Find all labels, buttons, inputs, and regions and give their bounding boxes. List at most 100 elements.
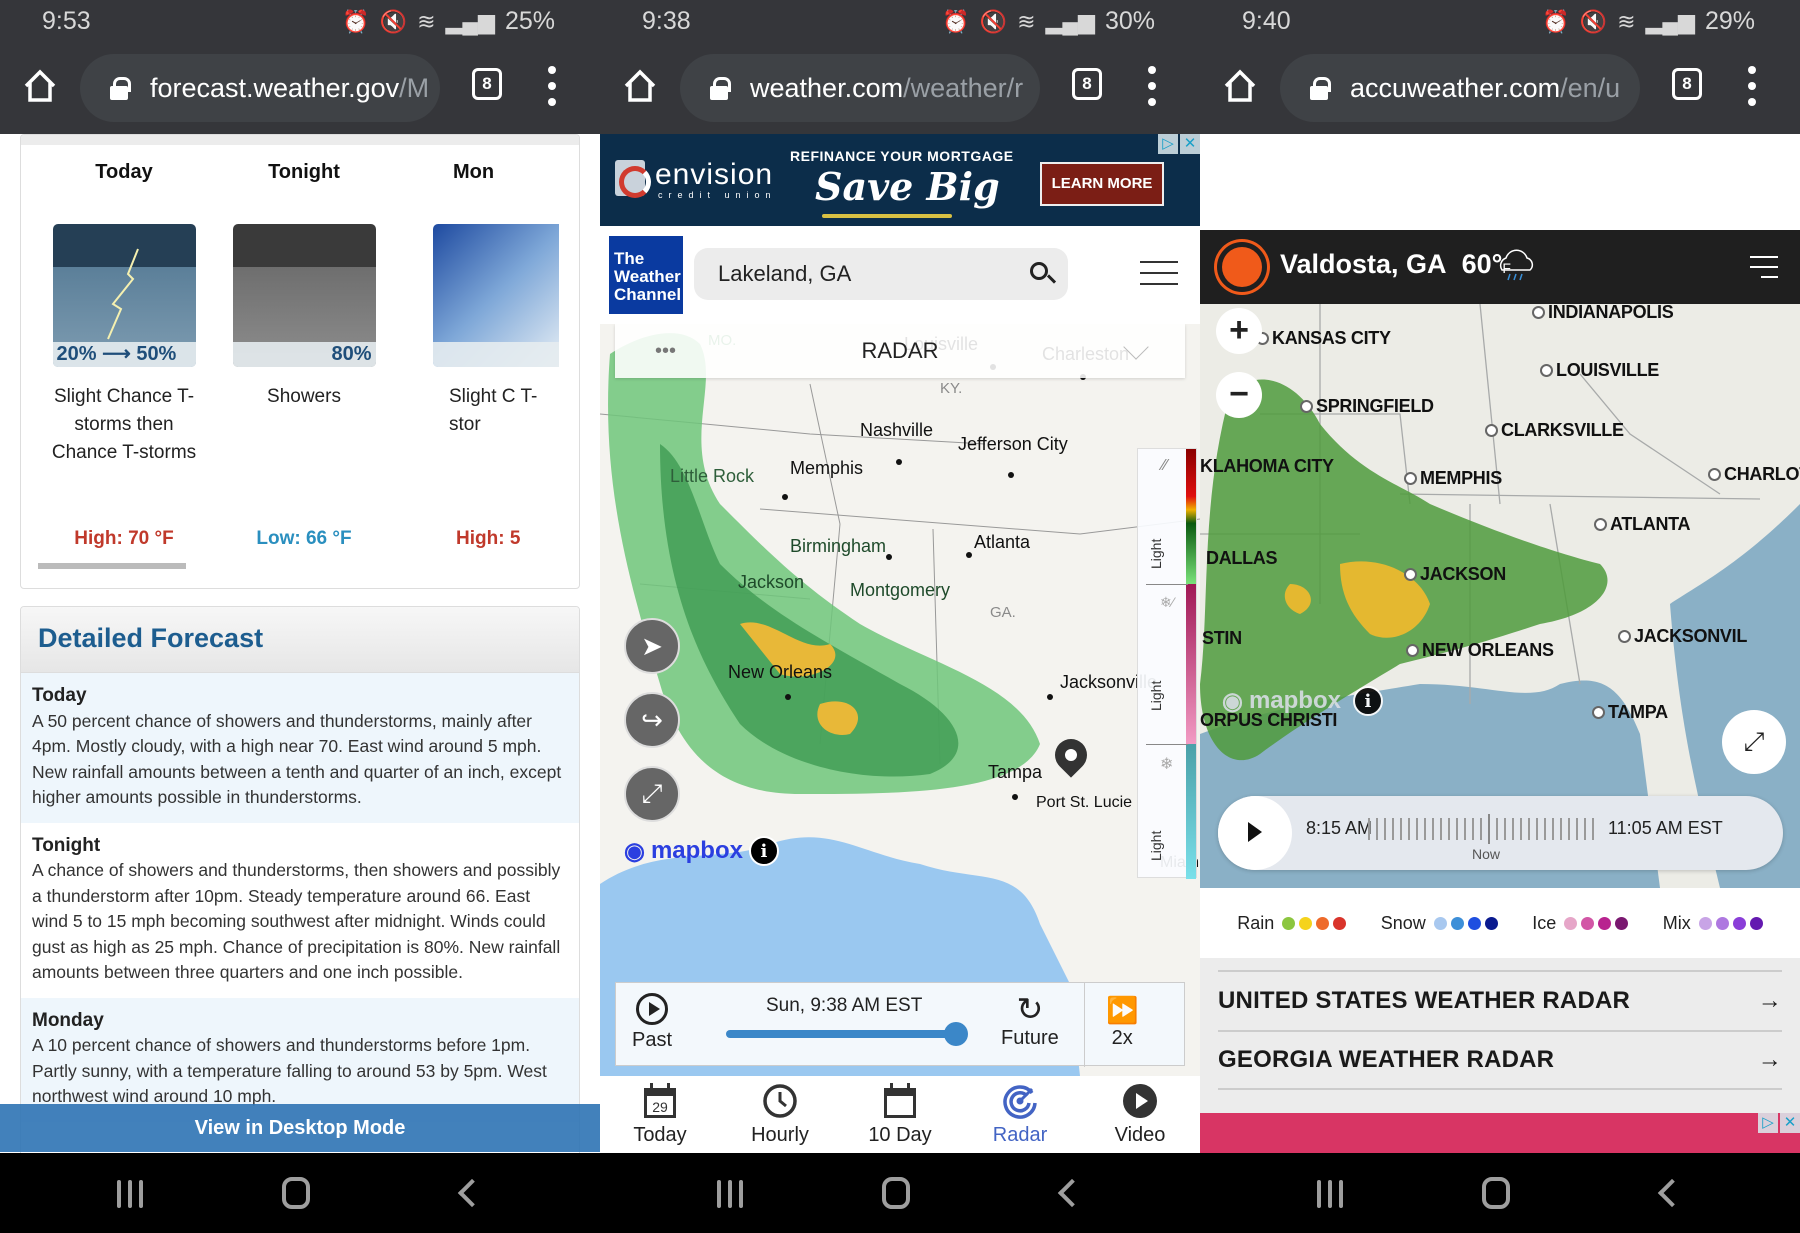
home-icon[interactable] xyxy=(1222,68,1258,104)
address-bar[interactable]: weather.com/weather/r xyxy=(680,54,1040,122)
city-dot xyxy=(966,552,972,558)
info-icon[interactable]: i xyxy=(1352,686,1383,716)
radar-header[interactable]: ••• RADAR xyxy=(615,324,1185,378)
tab-label: Video xyxy=(1114,1124,1166,1146)
battery-percent: 30% xyxy=(1104,7,1155,35)
mapbox-attribution[interactable]: ◉ mapbox i xyxy=(1222,686,1383,716)
fullscreen-button[interactable]: ⤢ xyxy=(624,766,680,822)
back-button[interactable] xyxy=(1657,1178,1687,1208)
city-dot xyxy=(886,554,892,560)
forecast-strip[interactable]: Today 20% ⟶ 50% Slight Chance T-storms t… xyxy=(20,134,580,589)
chevron-down-icon[interactable] xyxy=(1123,334,1149,360)
more-menu-icon[interactable] xyxy=(1748,66,1756,106)
slider-handle[interactable] xyxy=(944,1022,968,1046)
past-button[interactable]: Past xyxy=(632,993,672,1052)
svg-text:29: 29 xyxy=(652,1099,668,1115)
georgia-weather-radar-link[interactable]: GEORGIA WEATHER RADAR → xyxy=(1218,1030,1782,1090)
legend-label: Ice xyxy=(1532,912,1557,933)
play-button[interactable] xyxy=(1218,796,1292,870)
legend-swatch xyxy=(1433,916,1447,930)
battery-percent: 25% xyxy=(504,7,555,35)
fast-forward-icon: ⏩ xyxy=(1106,995,1139,1025)
lock-icon xyxy=(1310,77,1331,100)
precip-chance: 80% xyxy=(232,342,376,367)
current-location[interactable]: Valdosta, GA 60°F xyxy=(1280,249,1511,280)
search-icon[interactable] xyxy=(1030,262,1048,280)
map-city-label: JACKSON xyxy=(1404,564,1506,585)
timeline-slider[interactable] xyxy=(726,1022,968,1046)
speed-label: 2x xyxy=(1111,1027,1133,1049)
tab-switcher-button[interactable]: 8 xyxy=(1072,68,1102,100)
info-icon[interactable]: i xyxy=(748,836,779,866)
bottom-tab-bar: 29 Today Hourly 10 Day Radar Video xyxy=(600,1076,1200,1153)
legend-swatch xyxy=(1615,916,1629,930)
map-city-label: Nashville xyxy=(860,420,934,440)
home-icon[interactable] xyxy=(622,68,658,104)
back-button[interactable] xyxy=(1057,1178,1087,1208)
alarm-icon: ⏰ xyxy=(1542,8,1570,34)
status-time: 9:38 xyxy=(642,7,691,35)
us-weather-radar-link[interactable]: UNITED STATES WEATHER RADAR → xyxy=(1218,970,1782,1030)
recent-apps-button[interactable] xyxy=(717,1180,743,1208)
share-button[interactable]: ↪ xyxy=(624,692,680,748)
tab-hourly[interactable]: Hourly xyxy=(725,1082,835,1147)
tab-switcher-button[interactable]: 8 xyxy=(472,68,502,100)
rain-scale xyxy=(1186,449,1196,584)
sun-logo-icon[interactable] xyxy=(1222,247,1262,287)
locate-me-button[interactable]: ➤ xyxy=(624,618,680,674)
tab-10-day[interactable]: 10 Day xyxy=(845,1082,955,1147)
adchoices-icon[interactable]: ▷ xyxy=(1758,1113,1778,1133)
tab-radar[interactable]: Radar xyxy=(965,1082,1075,1147)
radar-map[interactable]: •••RADAR Louisville Charleston KY. MO. N… xyxy=(600,324,1200,1076)
showers-image: 80% xyxy=(232,224,376,367)
signal-icon: ▂▄▆ xyxy=(445,8,495,34)
timeline-scrubber[interactable] xyxy=(1368,818,1594,840)
close-ad-icon[interactable]: ✕ xyxy=(1780,1113,1800,1133)
horizontal-scrollbar[interactable] xyxy=(38,563,186,569)
learn-more-button[interactable]: LEARN MORE xyxy=(1040,162,1164,206)
fullscreen-button[interactable]: ⤢ xyxy=(1722,710,1786,774)
detail-label: Tonight xyxy=(32,834,101,856)
future-button[interactable]: ↻ Future xyxy=(1001,991,1059,1050)
twc-logo[interactable]: The Weather Channel xyxy=(609,236,683,314)
view-desktop-mode-button[interactable]: View in Desktop Mode xyxy=(0,1104,600,1152)
recent-apps-button[interactable] xyxy=(1317,1180,1343,1208)
more-options-icon[interactable]: ••• xyxy=(655,324,676,378)
zoom-in-button[interactable]: + xyxy=(1216,308,1262,354)
forecast-period: Tonight 80% Showers Low: 66 °F xyxy=(229,161,379,549)
refresh-icon: ↻ xyxy=(1016,991,1044,1027)
adchoices-icon[interactable]: ▷ xyxy=(1158,134,1178,154)
tab-label: Radar xyxy=(992,1124,1048,1146)
recent-apps-button[interactable] xyxy=(117,1180,143,1208)
location-search-input[interactable]: Lakeland, GA xyxy=(694,248,1068,300)
speed-button[interactable]: ⏩ 2x xyxy=(1106,993,1138,1050)
hamburger-menu-icon[interactable] xyxy=(1140,261,1178,285)
hamburger-menu-icon[interactable] xyxy=(1750,256,1778,278)
home-button[interactable] xyxy=(882,1177,910,1209)
home-button[interactable] xyxy=(1482,1177,1510,1209)
address-bar[interactable]: accuweather.com/en/u xyxy=(1280,54,1640,122)
period-description: Slight Chance T-storms then Chance T-sto… xyxy=(51,386,197,463)
more-menu-icon[interactable] xyxy=(1148,66,1156,106)
home-icon[interactable] xyxy=(22,68,58,104)
back-button[interactable] xyxy=(457,1178,487,1208)
bottom-ad-banner[interactable]: ▷ ✕ xyxy=(1200,1113,1800,1153)
close-ad-icon[interactable]: ✕ xyxy=(1180,134,1200,154)
legend-swatch xyxy=(1450,916,1464,930)
tab-video[interactable]: Video xyxy=(1085,1082,1195,1147)
detail-text: A 10 percent chance of showers and thund… xyxy=(32,1035,547,1106)
tab-switcher-button[interactable]: 8 xyxy=(1672,68,1702,100)
zoom-out-button[interactable]: − xyxy=(1216,372,1262,418)
snowflake-icon: ❄ xyxy=(1160,756,1174,773)
envision-logo-icon xyxy=(615,160,651,198)
legend-swatch xyxy=(1715,916,1729,930)
period-temp: Low: 66 °F xyxy=(256,528,352,549)
tab-today[interactable]: 29 Today xyxy=(605,1082,715,1147)
home-button[interactable] xyxy=(282,1177,310,1209)
more-menu-icon[interactable] xyxy=(548,66,556,106)
mortgage-ad-banner[interactable]: envision credit union REFINANCE YOUR MOR… xyxy=(600,134,1200,226)
mix-icon: ❄⁄ xyxy=(1160,594,1175,610)
mapbox-attribution[interactable]: ◉ mapbox i xyxy=(624,836,779,866)
address-bar[interactable]: forecast.weather.gov/M xyxy=(80,54,440,122)
ad-swoosh xyxy=(822,214,952,218)
